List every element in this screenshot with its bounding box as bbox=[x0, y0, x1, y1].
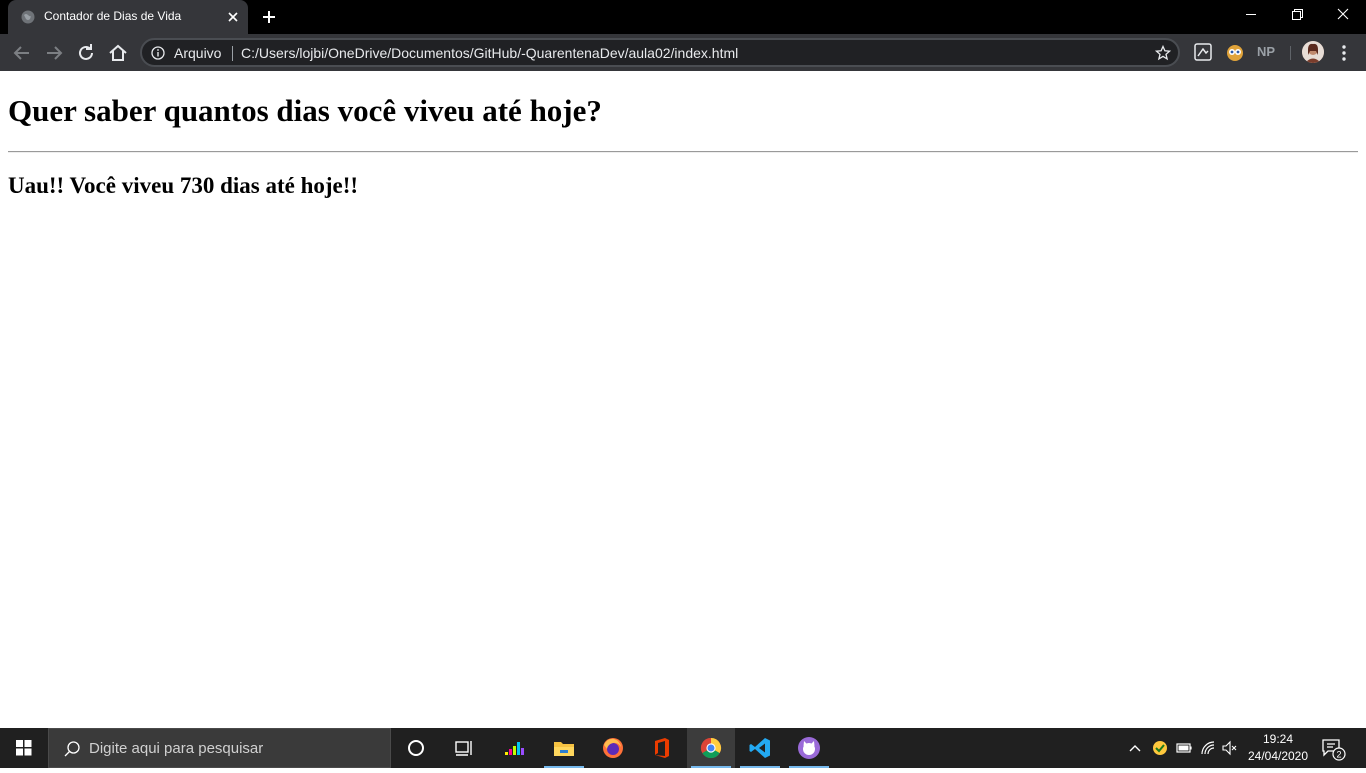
windows-logo-icon bbox=[16, 740, 32, 756]
profile-photo-icon bbox=[1302, 41, 1324, 63]
taskbar-vscode[interactable] bbox=[736, 728, 784, 768]
chevron-up-icon[interactable] bbox=[1126, 739, 1144, 757]
clock-date[interactable]: 24/04/2020 bbox=[1246, 749, 1310, 763]
taskbar-search[interactable]: Digite aqui para pesquisar bbox=[48, 728, 391, 768]
minimize-window-icon[interactable] bbox=[1228, 0, 1274, 30]
address-bar[interactable]: Arquivo C:/Users/lojbi/OneDrive/Document… bbox=[140, 38, 1180, 67]
taskbar-cortana[interactable] bbox=[392, 728, 440, 768]
reload-icon[interactable] bbox=[74, 41, 98, 65]
cortana-icon bbox=[408, 740, 424, 756]
close-window-icon[interactable] bbox=[1320, 0, 1366, 30]
toolbar-divider bbox=[1290, 46, 1291, 60]
sync-check-icon[interactable] bbox=[1151, 739, 1169, 757]
tab-strip: Contador de Dias de Vida bbox=[0, 0, 1366, 34]
taskbar: Digite aqui para pesquisar 19:24 24/04/2… bbox=[0, 728, 1366, 768]
back-arrow-icon[interactable] bbox=[10, 41, 34, 65]
chrome-icon bbox=[700, 737, 722, 759]
bookmark-star-icon[interactable] bbox=[1155, 45, 1171, 61]
np-extension-icon[interactable]: NP bbox=[1257, 42, 1277, 62]
forward-arrow-icon[interactable] bbox=[42, 41, 66, 65]
taskbar-office[interactable] bbox=[638, 728, 686, 768]
address-divider bbox=[232, 46, 233, 61]
file-explorer-icon bbox=[554, 742, 574, 756]
search-icon bbox=[64, 741, 80, 757]
browser-toolbar: Arquivo C:/Users/lojbi/OneDrive/Document… bbox=[0, 34, 1366, 71]
screenshot-extension-icon[interactable] bbox=[1193, 42, 1213, 62]
close-tab-icon[interactable] bbox=[224, 8, 242, 26]
horizontal-rule bbox=[8, 151, 1358, 153]
clock-time[interactable]: 19:24 bbox=[1252, 732, 1304, 746]
web-page: Quer saber quantos dias você viveu até h… bbox=[0, 71, 1366, 728]
taskbar-firefox[interactable] bbox=[589, 728, 637, 768]
search-placeholder: Digite aqui para pesquisar bbox=[89, 740, 264, 757]
new-tab-plus-icon[interactable] bbox=[259, 7, 279, 27]
tab-title: Contador de Dias de Vida bbox=[44, 9, 182, 23]
profile-avatar[interactable] bbox=[1302, 41, 1324, 63]
deezer-icon bbox=[505, 742, 524, 755]
owl-extension-icon[interactable] bbox=[1225, 42, 1245, 62]
notification-count: 2 bbox=[1336, 750, 1341, 760]
taskbar-github-desktop[interactable] bbox=[785, 728, 833, 768]
vscode-icon bbox=[749, 738, 770, 758]
github-desktop-icon bbox=[798, 737, 820, 759]
tab-active[interactable]: Contador de Dias de Vida bbox=[8, 0, 248, 34]
browser-menu-icon[interactable] bbox=[1334, 42, 1354, 64]
notification-center-icon[interactable]: 2 bbox=[1320, 736, 1346, 762]
scheme-label: Arquivo bbox=[174, 45, 222, 61]
volume-muted-icon[interactable] bbox=[1221, 739, 1239, 757]
taskbar-task-view[interactable] bbox=[440, 728, 488, 768]
info-icon[interactable] bbox=[151, 46, 165, 60]
restore-window-icon[interactable] bbox=[1274, 0, 1320, 30]
task-view-icon bbox=[455, 741, 472, 756]
firefox-icon bbox=[603, 738, 623, 758]
page-heading: Quer saber quantos dias você viveu até h… bbox=[8, 93, 602, 128]
wifi-icon[interactable] bbox=[1199, 739, 1217, 757]
result-text: Uau!! Você viveu 730 dias até hoje!! bbox=[8, 173, 359, 198]
taskbar-chrome[interactable] bbox=[687, 728, 735, 768]
globe-icon bbox=[21, 10, 35, 24]
start-button[interactable] bbox=[0, 728, 48, 768]
url-text[interactable]: C:/Users/lojbi/OneDrive/Documentos/GitHu… bbox=[241, 45, 738, 61]
taskbar-deezer[interactable] bbox=[490, 728, 538, 768]
office-icon bbox=[655, 738, 669, 758]
home-icon[interactable] bbox=[106, 41, 130, 65]
battery-icon[interactable] bbox=[1175, 739, 1193, 757]
taskbar-file-explorer[interactable] bbox=[540, 728, 588, 768]
